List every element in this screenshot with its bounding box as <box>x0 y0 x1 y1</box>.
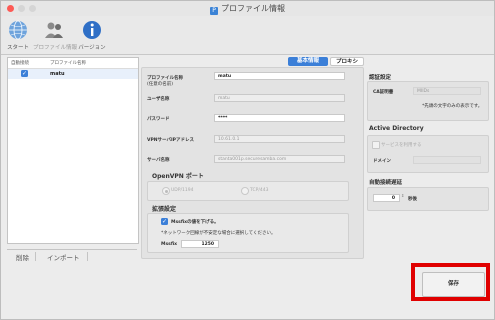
toolbar-version-label: バージョン <box>78 45 106 51</box>
basic-info-panel: プロファイル名称 (任意の名前) matu ユーザ名称 matu パスワード *… <box>141 67 364 259</box>
title-bar: P プロファイル情報 <box>1 1 494 16</box>
app-icon: P <box>210 7 218 15</box>
username-input[interactable]: matu <box>214 94 345 102</box>
stepper-icon[interactable]: ⇕ <box>401 193 404 198</box>
openvpn-port-title: OpenVPN ポート <box>152 173 204 180</box>
tab-basic[interactable]: 基本情報 <box>288 57 328 66</box>
divider <box>87 252 88 261</box>
active-directory-box: サービスを利用する ドメイン <box>367 135 489 173</box>
mssfix-note: *ネットワーク回線が不安定な場合に選択してください。 <box>161 231 276 236</box>
profile-name-input[interactable]: matu <box>214 72 345 80</box>
active-directory-title: Active Directory <box>369 125 424 132</box>
openvpn-port-box: UDP/1194 TCP/443 <box>147 181 349 201</box>
default-checkbox[interactable]: ✓ <box>21 70 28 77</box>
cert-box: CA証明書 MIIDs *先頭の文字のみの表示です。 <box>367 81 489 121</box>
divider <box>35 252 36 261</box>
delete-button[interactable]: 削除 <box>16 252 29 262</box>
tab-proxy[interactable]: プロキシ <box>330 57 364 66</box>
vpn-server-input[interactable]: 10.61.0.1 <box>214 135 345 143</box>
auto-reconnect-title: 自動接続遅延 <box>369 180 403 186</box>
auto-reconnect-box: 0 ⇕ 秒後 <box>367 187 489 211</box>
profile-list: 自動接続 プロファイル名称 ✓ matu <box>7 57 139 244</box>
app-window: P プロファイル情報 スタート プロファイル情報 バージョン 自動接続 プロファ… <box>0 0 495 320</box>
password-input[interactable]: **** <box>214 114 345 122</box>
profile-name-sublabel: (任意の名前) <box>147 82 174 87</box>
window-title-wrap: P プロファイル情報 <box>1 3 494 15</box>
column-header-name: プロファイル名称 <box>50 61 86 66</box>
toolbar-profile-info-label: プロファイル情報 <box>33 45 78 51</box>
profile-row-name: matu <box>50 71 65 77</box>
mssfix-input[interactable]: 1250 <box>181 240 219 248</box>
domain-label: ドメイン <box>373 159 391 164</box>
server-name-label: サーバ名称 <box>147 158 170 163</box>
info-icon <box>83 21 101 39</box>
toolbar-profile-info[interactable]: プロファイル情報 <box>33 19 78 51</box>
server-name-input[interactable]: stanta001p.securesamba.com <box>214 155 345 163</box>
extended-box: ✓ Mssfixの値を下げる。 *ネットワーク回線が不安定な場合に選択してくださ… <box>147 213 349 253</box>
globe-icon <box>9 20 27 40</box>
toolbar-version[interactable]: バージョン <box>77 19 107 51</box>
import-button[interactable]: インポート <box>47 252 80 262</box>
ca-input[interactable]: MIIDs <box>413 87 481 95</box>
column-header-default: 自動接続 <box>11 61 29 66</box>
highlight-box <box>411 263 490 301</box>
udp-radio-label: UDP/1194 <box>171 188 194 193</box>
domain-input[interactable] <box>413 156 481 164</box>
mssfix-checkbox-label: Mssfixの値を下げる。 <box>171 220 219 225</box>
toolbar: スタート プロファイル情報 バージョン <box>1 16 494 55</box>
vpn-server-label: VPNサーバIPアドレス <box>147 138 194 143</box>
udp-radio[interactable] <box>162 187 170 195</box>
toolbar-start[interactable]: スタート <box>5 19 31 51</box>
auto-reconnect-unit: 秒後 <box>408 197 417 202</box>
extended-title: 拡張設定 <box>152 206 177 213</box>
tcp-radio-label: TCP/443 <box>250 188 269 193</box>
users-icon <box>45 22 63 38</box>
cert-title: 認証設定 <box>369 75 392 81</box>
tcp-radio[interactable] <box>241 187 249 195</box>
ca-note: *先頭の文字のみの表示です。 <box>422 104 483 109</box>
radio-selected-dot <box>164 189 168 193</box>
profile-row[interactable]: ✓ matu <box>8 69 138 79</box>
profile-list-header: 自動接続 プロファイル名称 <box>8 58 138 69</box>
mssfix-checkbox[interactable]: ✓ <box>161 218 168 225</box>
toolbar-start-label: スタート <box>6 45 29 51</box>
password-label: パスワード <box>147 117 170 122</box>
ad-service-label: サービスを利用する <box>381 143 422 148</box>
ca-label: CA証明書 <box>373 90 394 95</box>
list-button-bar: 削除 インポート <box>7 249 137 263</box>
window-title: プロファイル情報 <box>221 4 285 13</box>
auto-reconnect-input[interactable]: 0 <box>373 194 400 202</box>
mssfix-label: Mssfix <box>161 242 178 247</box>
ad-service-checkbox[interactable] <box>372 141 380 149</box>
username-label: ユーザ名称 <box>147 97 170 102</box>
